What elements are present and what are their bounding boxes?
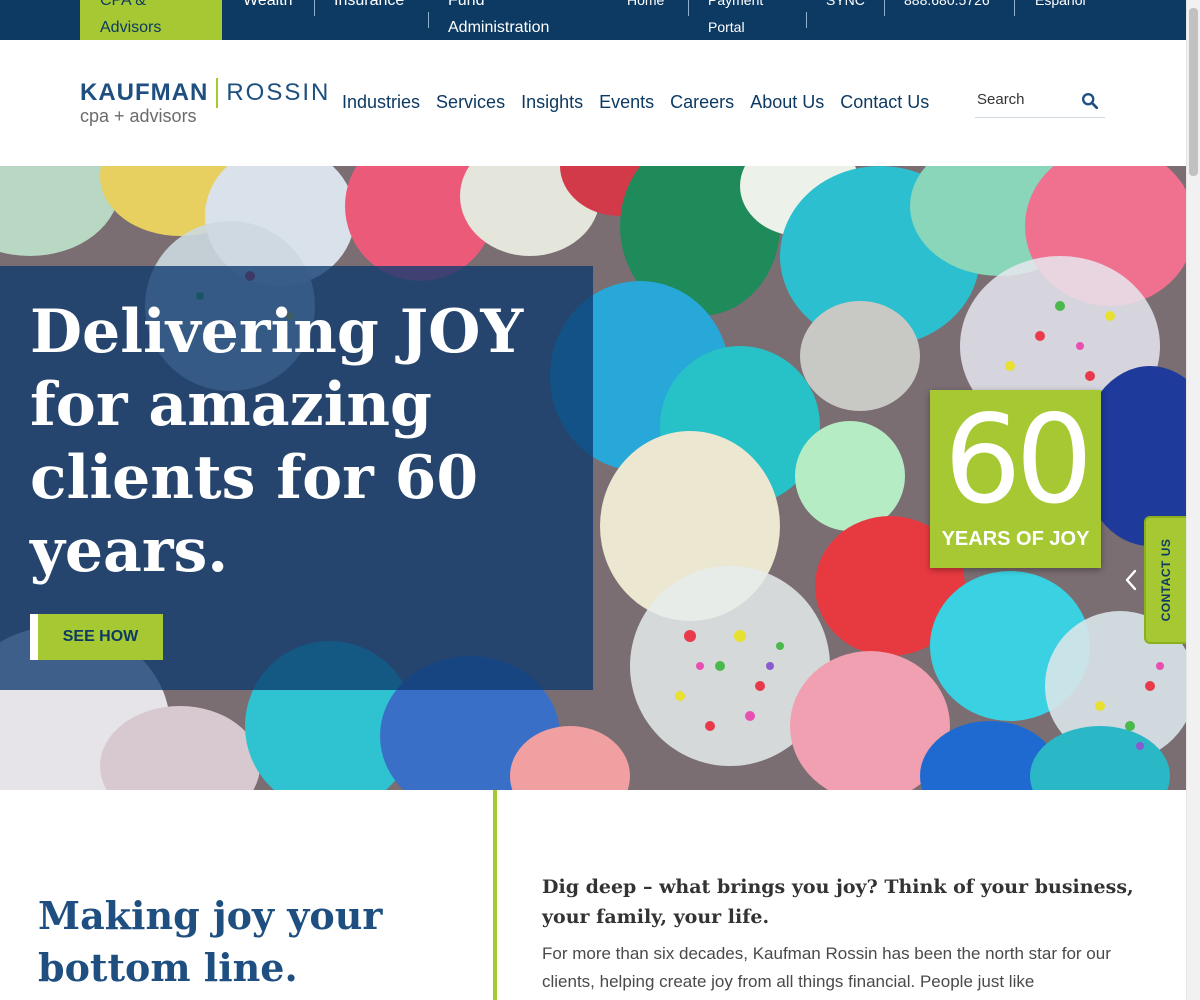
nav-services[interactable]: Services xyxy=(436,90,505,114)
hero-overlay-panel: Delivering JOY for amazing clients for 6… xyxy=(0,266,593,690)
search-icon[interactable] xyxy=(1081,92,1099,110)
badge-number: 60 xyxy=(943,389,1093,531)
sixty-years-badge: 60 YEARS OF JOY xyxy=(930,390,1101,568)
search-input[interactable] xyxy=(977,91,1077,108)
nav-careers[interactable]: Careers xyxy=(670,90,734,114)
contact-us-side-tab[interactable]: CONTACT US xyxy=(1144,516,1186,644)
contact-us-tab-label: CONTACT US xyxy=(1159,538,1173,622)
topbar-divider xyxy=(428,12,429,28)
topbar-divider xyxy=(314,0,315,16)
topbar-divider xyxy=(1014,0,1015,16)
topbar-item-phone[interactable]: 888.680.5726 xyxy=(904,0,990,14)
topbar-item-insurance[interactable]: Insurance xyxy=(334,0,404,14)
logo-divider xyxy=(216,78,219,108)
intro-lead: Dig deep – what brings you joy? Think of… xyxy=(542,876,1134,928)
scrollbar-thumb[interactable] xyxy=(1189,8,1198,176)
badge-label: YEARS OF JOY xyxy=(941,528,1090,550)
kaufman-rossin-logo[interactable]: KAUFMAN ROSSIN cpa + advisors xyxy=(80,78,335,128)
topbar-divider xyxy=(806,12,807,28)
intro-body: For more than six decades, Kaufman Rossi… xyxy=(542,944,1111,991)
site-header: KAUFMAN ROSSIN cpa + advisors Industries … xyxy=(0,40,1186,166)
page-scrollbar[interactable] xyxy=(1186,0,1200,1000)
topbar-item-home[interactable]: Home xyxy=(627,0,664,14)
search-box xyxy=(975,88,1105,118)
logo-name-left: KAUFMAN xyxy=(80,79,209,106)
hero-headline: Delivering JOY for amazing clients for 6… xyxy=(30,297,524,586)
topbar-item-payment-portal[interactable]: Payment Portal xyxy=(708,0,788,41)
nav-contact-us[interactable]: Contact Us xyxy=(840,90,929,114)
see-how-button[interactable]: SEE HOW xyxy=(30,614,163,660)
nav-industries[interactable]: Industries xyxy=(342,90,420,114)
intro-section: Making joy your bottom line. Dig deep – … xyxy=(0,790,1186,1000)
topbar-item-espanol[interactable]: Espanol xyxy=(1035,0,1086,14)
intro-divider xyxy=(493,790,497,1000)
topbar-divider xyxy=(884,0,885,16)
hero-banner: Delivering JOY for amazing clients for 6… xyxy=(0,166,1186,790)
topbar-item-wealth[interactable]: Wealth xyxy=(243,0,293,14)
topbar-item-fund-administration[interactable]: Fund Administration xyxy=(448,0,578,41)
intro-heading: Making joy your bottom line. xyxy=(38,893,383,990)
nav-events[interactable]: Events xyxy=(599,90,654,114)
logo-wordmark: KAUFMAN ROSSIN xyxy=(80,78,330,108)
topbar-item-cpa-advisors[interactable]: CPA & Advisors xyxy=(80,0,222,40)
nav-insights[interactable]: Insights xyxy=(521,90,583,114)
badge-number-area: 60 xyxy=(938,398,1093,522)
nav-about-us[interactable]: About Us xyxy=(750,90,824,114)
logo-tagline: cpa + advisors xyxy=(80,106,197,126)
main-nav: Industries Services Insights Events Care… xyxy=(342,90,929,114)
topbar-item-label: CPA & Advisors xyxy=(100,0,162,36)
top-utility-bar: CPA & Advisors Wealth Insurance Fund Adm… xyxy=(0,0,1186,40)
topbar-item-sync[interactable]: SYNC xyxy=(826,0,865,14)
chevron-left-icon[interactable] xyxy=(1122,566,1140,594)
topbar-divider xyxy=(688,0,689,16)
logo-name-right: ROSSIN xyxy=(226,79,331,106)
